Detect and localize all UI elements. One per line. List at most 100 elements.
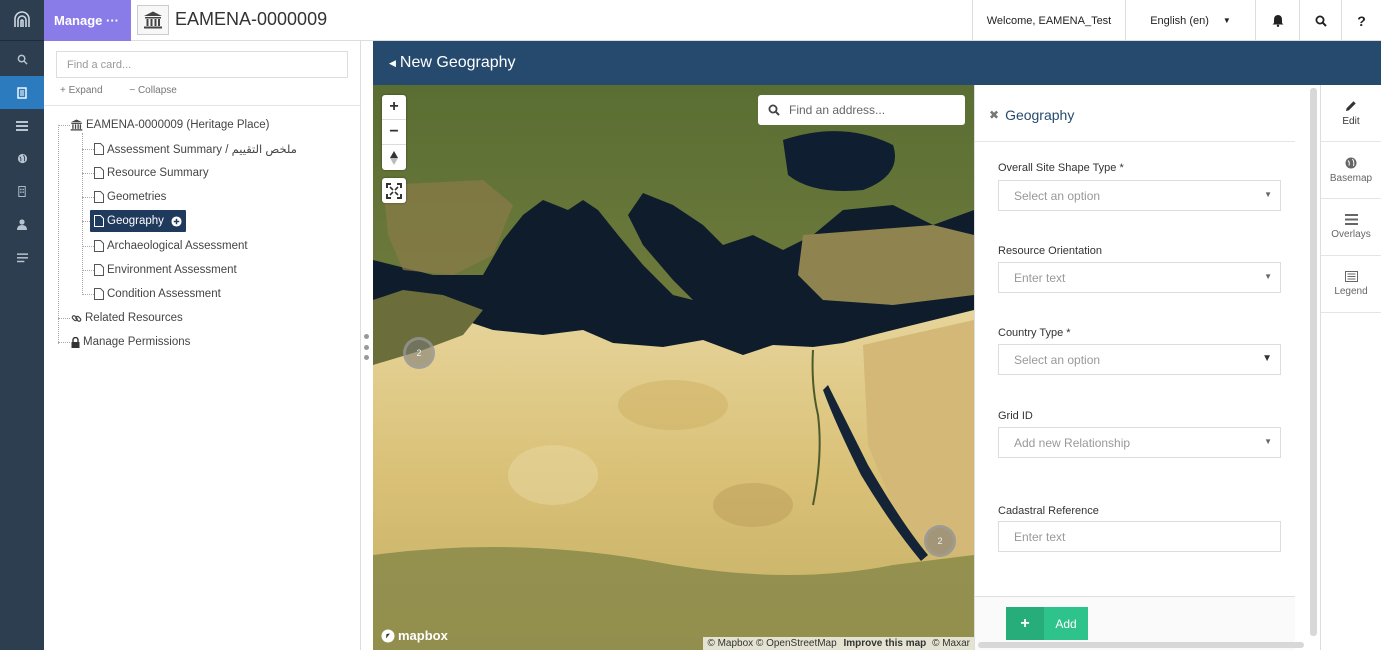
tree-node-assessment-summary[interactable]: Assessment Summary / ملخص التقييم: [94, 139, 297, 159]
geography-card-title: ✖ Geography: [989, 107, 1074, 123]
mapbox-logo-text: mapbox: [398, 628, 448, 643]
overlays-tool-button[interactable]: Overlays: [1321, 199, 1381, 256]
select-placeholder: Enter text: [1014, 270, 1066, 285]
field-label-text: Cadastral Reference: [998, 505, 1099, 517]
mapbox-icon: [381, 629, 395, 642]
map-cluster-marker[interactable]: 2: [403, 337, 435, 369]
edit-label: Edit: [1342, 115, 1360, 127]
zoom-out-button[interactable]: −: [382, 120, 406, 145]
tree-node-geography[interactable]: Geography: [90, 210, 186, 232]
address-search-input[interactable]: Find an address...: [758, 95, 965, 125]
map-tools-rail: Edit Basemap Overlays Legend: [1320, 85, 1381, 650]
tree-connector: [58, 125, 70, 126]
compass-button[interactable]: [382, 145, 406, 170]
legend-label: Legend: [1334, 286, 1368, 297]
app-logo-icon[interactable]: [0, 0, 44, 41]
tree-node-geometries[interactable]: Geometries: [94, 187, 166, 207]
attribution-text[interactable]: © Mapbox © OpenStreetMap: [707, 638, 836, 649]
form-header-title: New Geography: [399, 54, 516, 71]
expand-all-button[interactable]: + Expand: [60, 85, 115, 96]
basemap-label: Basemap: [1329, 172, 1373, 184]
global-search-button[interactable]: [1299, 0, 1341, 41]
tree-node-resource-summary[interactable]: Resource Summary: [94, 163, 209, 183]
tree-node-label: Assessment Summary / ملخص التقييم: [107, 144, 297, 156]
field-label-cadastral-reference: Cadastral Reference: [998, 505, 1099, 517]
nav-user-icon[interactable]: [0, 208, 44, 241]
field-label-resource-orientation: Resource Orientation: [998, 245, 1102, 257]
improve-map-link[interactable]: Improve this map: [843, 638, 926, 649]
mapbox-logo[interactable]: mapbox: [381, 628, 448, 643]
form-header: ◀ New Geography: [373, 41, 1381, 85]
nav-resource-editor-icon[interactable]: [0, 76, 44, 109]
required-marker: *: [1066, 327, 1071, 339]
legend-icon: [1344, 271, 1358, 282]
site-shape-select[interactable]: Select an option ▼: [998, 180, 1281, 211]
tree-node-label: Environment Assessment: [107, 264, 237, 276]
nav-menu-icon[interactable]: [0, 241, 44, 274]
tree-node-related-resources[interactable]: Related Resources: [71, 308, 183, 328]
nav-globe-icon[interactable]: [0, 142, 44, 175]
nav-search-icon[interactable]: [0, 43, 44, 76]
manage-menu-button[interactable]: Manage ···: [44, 0, 131, 41]
grid-id-select[interactable]: Add new Relationship ▼: [998, 427, 1281, 458]
edit-tool-button[interactable]: Edit: [1321, 85, 1381, 142]
cluster-count: 2: [937, 536, 943, 546]
geography-title-text: Geography: [1005, 107, 1075, 123]
map-cluster-marker[interactable]: 2: [924, 525, 956, 557]
field-label-country-type: Country Type *: [998, 327, 1071, 339]
top-bar: Manage ··· EAMENA-0000009 Welcome, EAMEN…: [44, 0, 1381, 41]
form-vertical-scrollbar[interactable]: [1310, 88, 1317, 636]
overlays-label: Overlays: [1331, 229, 1371, 240]
tree-connector: [82, 173, 94, 174]
tree-connector: [58, 318, 70, 319]
back-caret-icon[interactable]: ◀: [389, 58, 396, 69]
add-button[interactable]: + Add: [1006, 607, 1088, 640]
maxar-attribution[interactable]: © Maxar: [932, 638, 970, 649]
add-circle-icon[interactable]: [171, 215, 182, 227]
tree-connector: [82, 246, 94, 247]
lock-icon: [71, 336, 80, 348]
document-icon: [94, 143, 104, 155]
select-placeholder: Select an option: [1014, 188, 1101, 203]
document-icon: [94, 288, 104, 300]
tree-node-root[interactable]: EAMENA-0000009 (Heritage Place): [70, 115, 269, 135]
nav-building-icon[interactable]: [0, 175, 44, 208]
add-button-label: Add: [1055, 616, 1077, 631]
compass-icon: [390, 150, 398, 165]
close-icon[interactable]: ✖: [989, 108, 999, 122]
zoom-in-button[interactable]: +: [382, 95, 406, 120]
panel-resize-handle[interactable]: [362, 334, 370, 360]
select-placeholder: Add new Relationship: [1014, 435, 1131, 450]
document-icon: [94, 264, 104, 276]
address-search-placeholder: Find an address...: [789, 103, 886, 117]
resource-title: EAMENA-0000009: [175, 9, 328, 29]
nav-list-icon[interactable]: [0, 109, 44, 142]
collapse-label: Collapse: [137, 85, 177, 96]
basemap-tool-button[interactable]: Basemap: [1321, 142, 1381, 199]
legend-tool-button[interactable]: Legend: [1321, 256, 1381, 313]
help-button[interactable]: ?: [1341, 0, 1381, 41]
country-type-select[interactable]: Select an option ▼: [998, 344, 1281, 375]
collapse-all-button[interactable]: − Collapse: [129, 85, 189, 96]
tree-node-manage-permissions[interactable]: Manage Permissions: [71, 332, 190, 352]
find-card-input[interactable]: Find a card...: [56, 51, 348, 78]
resource-orientation-select[interactable]: Enter text ▼: [998, 262, 1281, 293]
expand-collapse-controls: + Expand − Collapse: [60, 85, 201, 96]
tree-connector: [82, 197, 94, 198]
cadastral-reference-input[interactable]: Enter text: [998, 521, 1281, 552]
field-label-text: Overall Site Shape Type: [998, 162, 1117, 174]
tree-node-condition-assessment[interactable]: Condition Assessment: [94, 284, 221, 304]
fullscreen-button[interactable]: [382, 178, 406, 203]
tree-node-archaeological-assessment[interactable]: Archaeological Assessment: [94, 236, 248, 256]
expand-label: Expand: [68, 85, 103, 96]
form-horizontal-scrollbar[interactable]: [978, 642, 1304, 648]
tree-node-label: Condition Assessment: [107, 288, 221, 300]
tree-node-environment-assessment[interactable]: Environment Assessment: [94, 260, 237, 280]
satellite-basemap: [373, 85, 974, 650]
notifications-button[interactable]: [1255, 0, 1299, 41]
map-view[interactable]: + − Find an address... 2 2 mapbox © Mapb…: [373, 85, 974, 650]
language-select[interactable]: English (en) ▼: [1125, 0, 1255, 41]
plus-icon: +: [1006, 607, 1044, 640]
welcome-user[interactable]: Welcome, EAMENA_Test: [972, 0, 1125, 41]
tree-connector: [82, 270, 94, 271]
